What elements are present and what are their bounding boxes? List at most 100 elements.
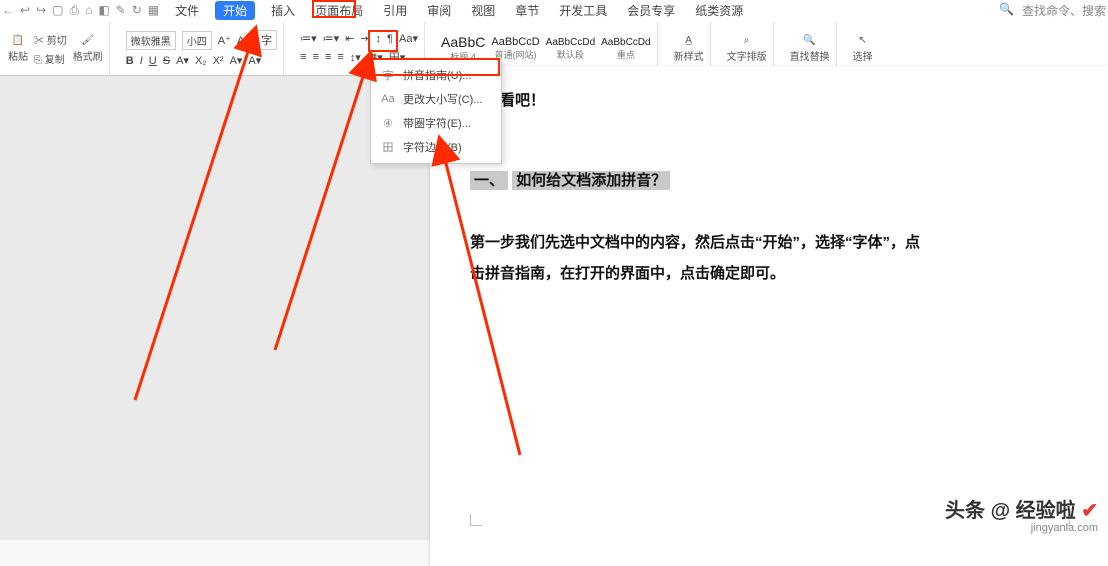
- italic-button[interactable]: I: [140, 55, 143, 67]
- tab-references[interactable]: 引用: [379, 2, 411, 19]
- paste-label: 粘贴: [8, 48, 28, 63]
- tab-review[interactable]: 审阅: [423, 2, 455, 19]
- text-layout-button[interactable]: ⌕ 文字排版: [727, 35, 767, 63]
- qat-icon[interactable]: ⌂: [85, 3, 92, 18]
- numbering-button[interactable]: ≔▾: [323, 32, 340, 45]
- qat-icon[interactable]: ←: [2, 3, 14, 18]
- qat-icon[interactable]: ↩: [20, 3, 30, 18]
- watermark-text: 头条 @ 经验啦: [945, 500, 1076, 522]
- tab-insert[interactable]: 插入: [267, 2, 299, 19]
- align-right-button[interactable]: ≡: [325, 51, 331, 63]
- watermark-sub: jingyanla.com: [1031, 522, 1098, 534]
- paragraph-line-1: 第一步我们先选中文档中的内容，然后点击“开始”，选择“字体”，点: [470, 226, 1070, 259]
- select-button[interactable]: ↖ 选择: [853, 35, 873, 63]
- outdent-button[interactable]: ⇤: [345, 32, 354, 45]
- style-item[interactable]: AaBbCcDd 重点: [601, 37, 650, 61]
- new-style-button[interactable]: A̲ 新样式: [674, 35, 704, 63]
- tab-section[interactable]: 章节: [511, 2, 543, 19]
- bold-button[interactable]: B: [126, 55, 134, 67]
- tab-home[interactable]: 开始: [215, 1, 255, 20]
- style-preview: AaBbCcDd: [546, 37, 595, 48]
- quick-access-toolbar: ← ↩ ↪ ▢ ⎙ ⌂ ◧ ✎ ↻ ▦: [2, 3, 159, 18]
- tab-page-layout[interactable]: 页面布局: [311, 2, 367, 19]
- menu-bar: ← ↩ ↪ ▢ ⎙ ⌂ ◧ ✎ ↻ ▦ 文件 开始 插入 页面布局 引用 审阅 …: [0, 0, 1108, 20]
- text-layout-icon: ⌕: [744, 35, 750, 46]
- watermark: 头条 @ 经验啦 ✔ jingyanla.com: [945, 500, 1098, 534]
- dropdown-item-change-case[interactable]: Aa 更改大小写(C)...: [371, 87, 501, 111]
- style-label: 默认段: [557, 48, 584, 61]
- paste-button[interactable]: 📋 粘贴: [8, 35, 28, 63]
- increase-font-button[interactable]: A⁺: [218, 34, 231, 47]
- document-area: 来看看吧！ 一、 如何给文档添加拼音？ 第一步我们先选中文档中的内容，然后点击“…: [0, 76, 1108, 540]
- tab-dev-tools[interactable]: 开发工具: [555, 2, 611, 19]
- tab-vip[interactable]: 会员专享: [623, 2, 679, 19]
- document-page[interactable]: 来看看吧！ 一、 如何给文档添加拼音？ 第一步我们先选中文档中的内容，然后点击“…: [430, 66, 1108, 566]
- heading-text: 如何给文档添加拼音？: [512, 171, 670, 190]
- underline-button[interactable]: U: [149, 55, 157, 67]
- new-style-icon: A̲: [685, 35, 692, 46]
- page-corner-marker: [470, 514, 482, 526]
- search-icon[interactable]: 🔍: [999, 2, 1014, 19]
- style-item[interactable]: AaBbCcDd 默认段: [546, 37, 595, 61]
- heading-number: 一、: [470, 171, 508, 190]
- font-size-select[interactable]: 小四: [182, 31, 212, 50]
- dropdown-item-char-border[interactable]: 田 字符边框(B): [371, 135, 501, 159]
- format-painter-button[interactable]: 🖌 格式刷: [73, 35, 103, 63]
- clear-format-button[interactable]: A▾: [248, 54, 261, 67]
- case-icon: Aa: [381, 93, 395, 105]
- brush-icon: 🖌: [81, 35, 94, 46]
- intro-line: 来看看吧！: [470, 86, 1070, 116]
- font-name-select[interactable]: 微软雅黑: [126, 31, 176, 50]
- line-spacing-button[interactable]: ↕▾: [350, 51, 361, 64]
- pinyin-guide-button[interactable]: 字: [256, 30, 277, 50]
- style-preview: AaBbCcD: [491, 36, 539, 48]
- highlight-button[interactable]: A▾: [230, 54, 243, 67]
- show-marks-button[interactable]: ¶: [387, 33, 393, 45]
- paragraph-line-2: 击拼音指南，在打开的界面中，点击确定即可。: [470, 259, 1070, 289]
- qat-icon[interactable]: ◧: [98, 3, 109, 18]
- dropdown-label: 拼音指南(U)...: [403, 67, 471, 83]
- paste-icon: 📋: [12, 35, 24, 46]
- strike-button[interactable]: S: [163, 55, 170, 67]
- copy-button[interactable]: ⎘ 复制: [34, 51, 67, 66]
- group-font: 微软雅黑 小四 A⁺ A⁻ 字 B I U S A▾ X₂ X² A▾ A▾: [120, 22, 284, 75]
- group-clipboard: 📋 粘贴 ✂ 剪切 ⎘ 复制 🖌 格式刷: [2, 22, 110, 75]
- align-center-button[interactable]: ≡: [313, 51, 319, 63]
- sort-button[interactable]: ↕: [376, 33, 382, 45]
- dropdown-item-pinyin-guide[interactable]: 字 拼音指南(U)...: [371, 63, 501, 87]
- pinyin-icon: 字: [381, 67, 395, 83]
- check-icon: ✔: [1081, 500, 1098, 522]
- tab-resources[interactable]: 纸类资源: [691, 2, 747, 19]
- qat-icon[interactable]: ↪: [36, 3, 46, 18]
- dropdown-label: 带圈字符(E)...: [403, 115, 471, 131]
- tab-file[interactable]: 文件: [171, 2, 203, 19]
- enclosed-icon: ④: [381, 117, 395, 130]
- new-style-label: 新样式: [674, 48, 704, 63]
- select-label: 选择: [853, 48, 873, 63]
- indent-button[interactable]: ⇥: [360, 32, 369, 45]
- find-replace-icon: 🔍: [803, 35, 815, 46]
- qat-icon[interactable]: ▢: [52, 3, 63, 18]
- bullets-button[interactable]: ≔▾: [300, 32, 317, 45]
- change-case-button[interactable]: Aa▾: [399, 32, 418, 45]
- search-placeholder[interactable]: 查找命令、搜索: [1022, 2, 1106, 19]
- qat-icon[interactable]: ▦: [148, 3, 159, 18]
- qat-icon[interactable]: ⎙: [69, 3, 79, 18]
- cut-button[interactable]: ✂ 剪切: [34, 32, 67, 47]
- dropdown-label: 更改大小写(C)...: [403, 91, 482, 107]
- decrease-font-button[interactable]: A⁻: [237, 34, 250, 47]
- subscript-button[interactable]: X₂: [195, 55, 207, 67]
- tab-view[interactable]: 视图: [467, 2, 499, 19]
- align-left-button[interactable]: ≡: [300, 51, 306, 63]
- find-replace-button[interactable]: 🔍 直找替换: [790, 35, 830, 63]
- border-icon: 田: [381, 139, 395, 155]
- style-preview: AaBbCcDd: [601, 37, 650, 48]
- menubar-right: 🔍 查找命令、搜索: [999, 2, 1106, 19]
- dropdown-label: 字符边框(B): [403, 139, 462, 155]
- align-justify-button[interactable]: ≡: [337, 51, 343, 63]
- superscript-button[interactable]: X²: [213, 55, 224, 67]
- font-color-button[interactable]: A▾: [176, 54, 189, 67]
- qat-icon[interactable]: ↻: [132, 3, 142, 18]
- dropdown-item-enclosed-char[interactable]: ④ 带圈字符(E)...: [371, 111, 501, 135]
- qat-icon[interactable]: ✎: [116, 3, 126, 18]
